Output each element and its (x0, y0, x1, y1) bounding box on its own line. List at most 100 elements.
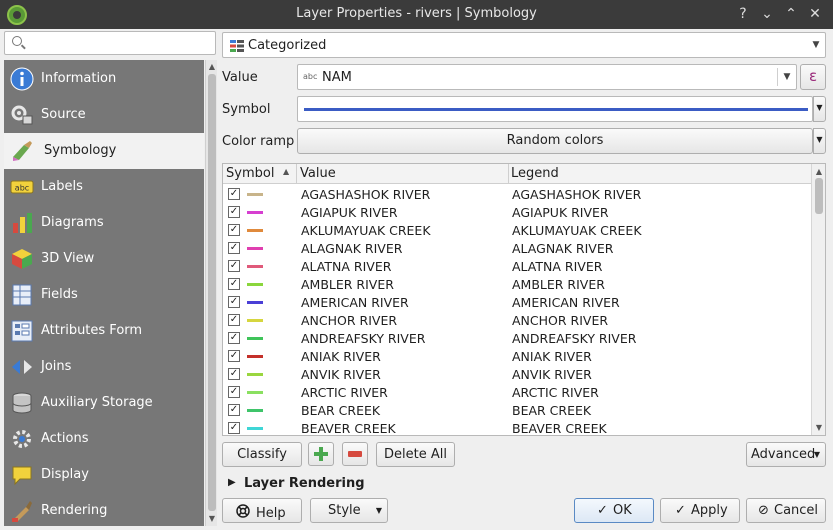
sidebar-item-information[interactable]: Information (4, 61, 204, 97)
minimize-button[interactable]: ⌄ (756, 3, 778, 25)
category-value[interactable]: ALAGNAK RIVER (301, 241, 402, 256)
table-row[interactable]: ✓ BEAVER CREEK BEAVER CREEK (223, 419, 811, 435)
category-value[interactable]: ANDREAFSKY RIVER (301, 331, 425, 346)
table-row[interactable]: ✓ AKLUMAYUAK CREEK AKLUMAYUAK CREEK (223, 221, 811, 239)
category-visible-checkbox[interactable]: ✓ (228, 224, 240, 236)
ok-button[interactable]: ✓ OK (574, 498, 654, 523)
category-legend[interactable]: BEAVER CREEK (512, 421, 607, 435)
category-visible-checkbox[interactable]: ✓ (228, 368, 240, 380)
category-legend[interactable]: AKLUMAYUAK CREEK (512, 223, 642, 238)
scroll-up-icon[interactable]: ▲ (208, 63, 216, 71)
category-symbol-swatch[interactable] (247, 337, 263, 340)
category-value[interactable]: AMERICAN RIVER (301, 295, 409, 310)
table-row[interactable]: ✓ ALAGNAK RIVER ALAGNAK RIVER (223, 239, 811, 257)
table-scrollbar[interactable]: ▲ ▼ (811, 164, 825, 435)
table-row[interactable]: ✓ ALATNA RIVER ALATNA RIVER (223, 257, 811, 275)
renderer-type-select[interactable]: Categorized ▼ (222, 32, 826, 58)
sidebar-item-joins[interactable]: Joins (4, 349, 204, 385)
category-visible-checkbox[interactable]: ✓ (228, 350, 240, 362)
category-symbol-swatch[interactable] (247, 409, 263, 412)
category-value[interactable]: ANIAK RIVER (301, 349, 381, 364)
remove-category-button[interactable] (342, 442, 368, 466)
category-legend[interactable]: AMBLER RIVER (512, 277, 605, 292)
category-legend[interactable]: ANDREAFSKY RIVER (512, 331, 636, 346)
category-value[interactable]: ANCHOR RIVER (301, 313, 397, 328)
category-symbol-swatch[interactable] (247, 391, 263, 394)
style-button[interactable]: Style ▼ (310, 498, 388, 523)
scroll-down-icon[interactable]: ▼ (815, 423, 823, 432)
category-visible-checkbox[interactable]: ✓ (228, 386, 240, 398)
category-legend[interactable]: AGIAPUK RIVER (512, 205, 609, 220)
table-row[interactable]: ✓ ANIAK RIVER ANIAK RIVER (223, 347, 811, 365)
category-value[interactable]: ANVIK RIVER (301, 367, 381, 382)
category-legend[interactable]: ARCTIC RIVER (512, 385, 599, 400)
category-symbol-swatch[interactable] (247, 427, 263, 430)
scroll-thumb[interactable] (815, 178, 823, 214)
category-symbol-swatch[interactable] (247, 301, 263, 304)
classify-button[interactable]: Classify (222, 442, 302, 467)
sidebar-item-actions[interactable]: Actions (4, 421, 204, 457)
symbol-menu-button[interactable]: ▼ (813, 96, 826, 122)
category-value[interactable]: AKLUMAYUAK CREEK (301, 223, 431, 238)
delete-all-button[interactable]: Delete All (376, 442, 455, 467)
add-category-button[interactable] (308, 442, 334, 466)
category-value[interactable]: ALATNA RIVER (301, 259, 391, 274)
category-visible-checkbox[interactable]: ✓ (228, 206, 240, 218)
category-value[interactable]: BEAVER CREEK (301, 421, 396, 435)
sidebar-item-auxiliary-storage[interactable]: Auxiliary Storage (4, 385, 204, 421)
scroll-thumb[interactable] (208, 74, 216, 511)
category-legend[interactable]: ANIAK RIVER (512, 349, 592, 364)
table-row[interactable]: ✓ BEAR CREEK BEAR CREEK (223, 401, 811, 419)
category-value[interactable]: AGIAPUK RIVER (301, 205, 398, 220)
category-value[interactable]: AGASHASHOK RIVER (301, 187, 430, 202)
sidebar-item-source[interactable]: Source (4, 97, 204, 133)
category-visible-checkbox[interactable]: ✓ (228, 314, 240, 326)
value-field-select[interactable]: abc NAM ▼ (297, 64, 797, 90)
table-row[interactable]: ✓ AMERICAN RIVER AMERICAN RIVER (223, 293, 811, 311)
sidebar-item-rendering[interactable]: Rendering (4, 493, 204, 526)
sidebar-item-symbology[interactable]: Symbology (4, 133, 204, 169)
category-value[interactable]: BEAR CREEK (301, 403, 380, 418)
table-row[interactable]: ✓ AGASHASHOK RIVER AGASHASHOK RIVER (223, 185, 811, 203)
category-symbol-swatch[interactable] (247, 319, 263, 322)
category-visible-checkbox[interactable]: ✓ (228, 296, 240, 308)
category-symbol-swatch[interactable] (247, 247, 263, 250)
table-row[interactable]: ✓ ARCTIC RIVER ARCTIC RIVER (223, 383, 811, 401)
sidebar-item-labels[interactable]: abc Labels (4, 169, 204, 205)
category-legend[interactable]: AGASHASHOK RIVER (512, 187, 641, 202)
color-ramp-menu-button[interactable]: ▼ (813, 128, 826, 154)
category-value[interactable]: AMBLER RIVER (301, 277, 394, 292)
advanced-button[interactable]: Advanced ▼ (746, 442, 826, 467)
close-window-button[interactable]: ✕ (804, 3, 826, 25)
sidebar-search-input[interactable] (4, 31, 216, 55)
sidebar-item-attributes-form[interactable]: Attributes Form (4, 313, 204, 349)
color-ramp-button[interactable]: Random colors (297, 128, 813, 154)
category-legend[interactable]: BEAR CREEK (512, 403, 591, 418)
column-header-value[interactable]: Value (300, 166, 336, 181)
category-visible-checkbox[interactable]: ✓ (228, 332, 240, 344)
table-row[interactable]: ✓ ANDREAFSKY RIVER ANDREAFSKY RIVER (223, 329, 811, 347)
maximize-button[interactable]: ⌃ (780, 3, 802, 25)
category-visible-checkbox[interactable]: ✓ (228, 188, 240, 200)
category-legend[interactable]: AMERICAN RIVER (512, 295, 620, 310)
table-row[interactable]: ✓ ANCHOR RIVER ANCHOR RIVER (223, 311, 811, 329)
category-symbol-swatch[interactable] (247, 355, 263, 358)
category-legend[interactable]: ANCHOR RIVER (512, 313, 608, 328)
cancel-button[interactable]: ⊘ Cancel (746, 498, 826, 523)
sidebar-item-fields[interactable]: Fields (4, 277, 204, 313)
category-symbol-swatch[interactable] (247, 373, 263, 376)
category-legend[interactable]: ANVIK RIVER (512, 367, 592, 382)
category-symbol-swatch[interactable] (247, 211, 263, 214)
table-row[interactable]: ✓ ANVIK RIVER ANVIK RIVER (223, 365, 811, 383)
sidebar-item-display[interactable]: Display (4, 457, 204, 493)
column-header-symbol[interactable]: Symbol (226, 166, 274, 181)
help-button[interactable]: Help (222, 498, 302, 523)
category-symbol-swatch[interactable] (247, 193, 263, 196)
category-legend[interactable]: ALATNA RIVER (512, 259, 602, 274)
category-legend[interactable]: ALAGNAK RIVER (512, 241, 613, 256)
table-row[interactable]: ✓ AGIAPUK RIVER AGIAPUK RIVER (223, 203, 811, 221)
scroll-down-icon[interactable]: ▼ (208, 515, 216, 523)
category-symbol-swatch[interactable] (247, 283, 263, 286)
table-row[interactable]: ✓ AMBLER RIVER AMBLER RIVER (223, 275, 811, 293)
category-symbol-swatch[interactable] (247, 229, 263, 232)
